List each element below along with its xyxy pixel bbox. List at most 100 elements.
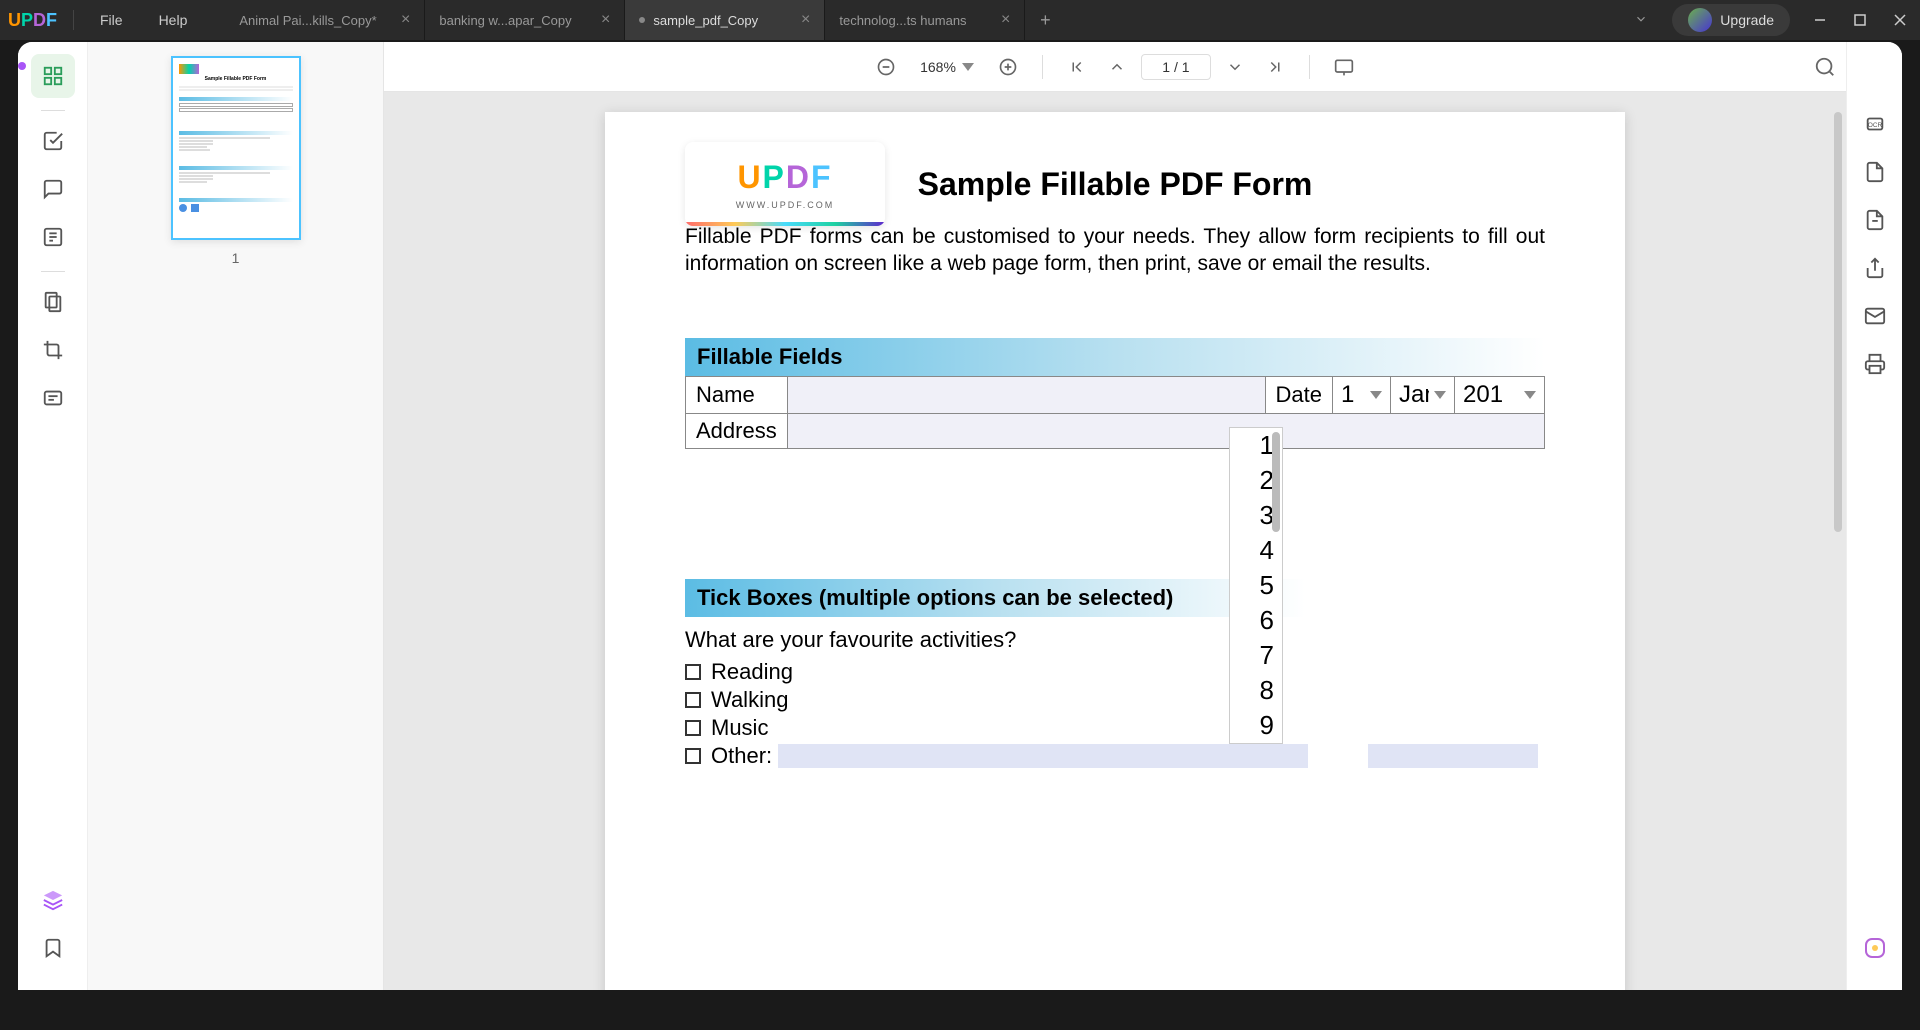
chevron-up-icon	[1108, 58, 1126, 76]
tab-3[interactable]: technolog...ts humans ×	[825, 0, 1025, 40]
dropdown-option[interactable]: 9	[1230, 708, 1282, 743]
zoom-value: 168%	[920, 59, 956, 75]
close-button[interactable]	[1880, 0, 1920, 40]
layers-button[interactable]	[31, 878, 75, 922]
viewer-scrollbar[interactable]	[1834, 112, 1842, 532]
organize-button[interactable]	[31, 280, 75, 324]
app-logo: UPDF	[0, 10, 65, 31]
triangle-down-icon	[1524, 391, 1536, 399]
name-input[interactable]	[787, 376, 1265, 413]
checkbox-music[interactable]: Music	[685, 715, 1545, 741]
first-page-button[interactable]	[1061, 51, 1093, 83]
updf-logo-box: UPDF WWW.UPDF.COM	[685, 142, 885, 226]
divider	[73, 10, 74, 30]
zoom-out-button[interactable]	[870, 51, 902, 83]
zoom-out-icon	[876, 57, 896, 77]
comment-icon	[42, 178, 64, 200]
close-icon[interactable]: ×	[401, 12, 410, 28]
upgrade-button[interactable]: Upgrade	[1672, 4, 1790, 36]
close-icon[interactable]: ×	[1001, 12, 1010, 28]
ai-icon	[1863, 936, 1887, 960]
compress-button[interactable]	[1853, 198, 1897, 242]
dropdown-option[interactable]: 8	[1230, 673, 1282, 708]
close-icon[interactable]: ×	[601, 12, 610, 28]
other-input-right[interactable]	[1368, 744, 1538, 768]
presentation-icon	[1334, 57, 1354, 77]
crop-icon	[42, 339, 64, 361]
triangle-down-icon	[1370, 391, 1382, 399]
tab-2[interactable]: sample_pdf_Copy ×	[625, 0, 825, 40]
other-input[interactable]	[778, 744, 1308, 768]
separator	[1042, 55, 1043, 79]
bookmark-button[interactable]	[31, 926, 75, 970]
unsaved-dot-icon	[639, 17, 645, 23]
ai-button[interactable]	[1853, 926, 1897, 970]
tab-1[interactable]: banking w...apar_Copy ×	[425, 0, 625, 40]
presentation-button[interactable]	[1328, 51, 1360, 83]
tab-title: banking w...apar_Copy	[439, 13, 593, 28]
chevron-down-icon	[962, 63, 974, 71]
maximize-button[interactable]	[1840, 0, 1880, 40]
page-scroll[interactable]: UPDF WWW.UPDF.COM Sample Fillable PDF Fo…	[384, 92, 1846, 990]
dropdown-option[interactable]: 6	[1230, 603, 1282, 638]
label-date: Date	[1265, 376, 1332, 413]
file-icon	[1864, 161, 1886, 183]
ocr-button[interactable]: OCR	[1853, 102, 1897, 146]
window-controls	[1800, 0, 1920, 40]
search-icon	[1814, 56, 1836, 78]
redact-button[interactable]	[31, 376, 75, 420]
page-number-input[interactable]: 1 / 1	[1141, 54, 1211, 80]
checkbox-icon	[685, 748, 701, 764]
last-page-button[interactable]	[1259, 51, 1291, 83]
svg-text:OCR: OCR	[1867, 122, 1882, 129]
maximize-icon	[1854, 14, 1866, 26]
mail-icon	[1864, 305, 1886, 327]
date-year-select[interactable]: 201	[1457, 379, 1542, 411]
highlighter-button[interactable]	[31, 119, 75, 163]
menu-file[interactable]: File	[82, 0, 141, 40]
compress-icon	[1864, 209, 1886, 231]
tab-overflow-button[interactable]	[1620, 12, 1662, 29]
dropdown-option[interactable]: 5	[1230, 568, 1282, 603]
bookmark-icon	[42, 937, 64, 959]
print-button[interactable]	[1853, 342, 1897, 386]
page-thumbnail[interactable]: Sample Fillable PDF Form	[171, 56, 301, 240]
dropdown-option[interactable]: 7	[1230, 638, 1282, 673]
share-button[interactable]	[1853, 246, 1897, 290]
zoom-in-icon	[998, 57, 1018, 77]
dropdown-scrollbar[interactable]	[1272, 432, 1280, 532]
avatar	[1688, 8, 1712, 32]
prev-page-button[interactable]	[1101, 51, 1133, 83]
address-input[interactable]	[787, 413, 1544, 448]
next-page-button[interactable]	[1219, 51, 1251, 83]
protect-button[interactable]	[1853, 150, 1897, 194]
label-name: Name	[686, 376, 788, 413]
checkbox-other[interactable]: Other:	[685, 743, 1545, 769]
thumbnails-button[interactable]	[31, 54, 75, 98]
crop-button[interactable]	[31, 328, 75, 372]
divider	[41, 271, 65, 272]
date-day-select[interactable]: 1	[1335, 379, 1388, 411]
search-button[interactable]	[1814, 56, 1836, 83]
checkbox-walking[interactable]: Walking	[685, 687, 1545, 713]
close-icon[interactable]: ×	[801, 12, 810, 28]
dropdown-option[interactable]: 4	[1230, 533, 1282, 568]
comment-button[interactable]	[31, 167, 75, 211]
main: Sample Fillable PDF Form 1	[18, 42, 1902, 990]
zoom-in-button[interactable]	[992, 51, 1024, 83]
menu-help[interactable]: Help	[141, 0, 206, 40]
minimize-icon	[1814, 14, 1826, 26]
thumbnail-panel: Sample Fillable PDF Form 1	[88, 42, 384, 990]
checkbox-reading[interactable]: Reading	[685, 659, 1545, 685]
minimize-button[interactable]	[1800, 0, 1840, 40]
email-button[interactable]	[1853, 294, 1897, 338]
edit-button[interactable]	[31, 215, 75, 259]
upgrade-label: Upgrade	[1720, 12, 1774, 28]
thumbnail-number: 1	[232, 250, 240, 266]
tab-0[interactable]: Animal Pai...kills_Copy* ×	[225, 0, 425, 40]
date-month-select[interactable]: Jan	[1393, 379, 1452, 411]
zoom-display[interactable]: 168%	[910, 55, 984, 79]
section-tick-boxes: Tick Boxes (multiple options can be sele…	[685, 579, 1305, 617]
add-tab-button[interactable]: +	[1025, 0, 1065, 40]
organize-icon	[42, 291, 64, 313]
